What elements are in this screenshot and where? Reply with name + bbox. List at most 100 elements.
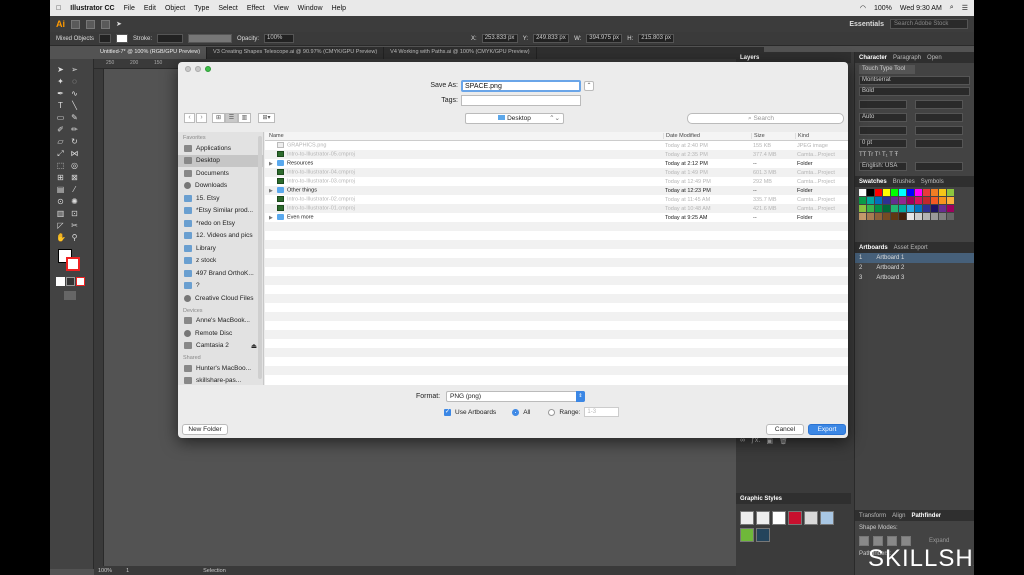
swatch[interactable] <box>867 197 874 204</box>
file-row[interactable]: Intro-to-Illustrator-03.cmproj Today at 1… <box>265 177 848 186</box>
swatch[interactable] <box>899 189 906 196</box>
column-graph-icon[interactable]: ▥ <box>56 209 65 218</box>
sidebar-item-macbook[interactable]: Anne's MacBook... <box>178 315 263 328</box>
tab-asset-export[interactable]: Asset Export <box>894 245 928 251</box>
swatch[interactable] <box>939 205 946 212</box>
shape-builder-icon[interactable]: ◎ <box>70 161 79 170</box>
swatch[interactable] <box>891 205 898 212</box>
none-mode-icon[interactable] <box>76 277 85 286</box>
magic-wand-icon[interactable]: ✦ <box>56 77 65 86</box>
swatch[interactable] <box>939 197 946 204</box>
swatch[interactable] <box>915 189 922 196</box>
minimize-window-icon[interactable] <box>195 66 201 72</box>
forward-button[interactable]: › <box>196 113 207 123</box>
bridge-icon[interactable] <box>71 19 80 29</box>
graphic-style-swatch[interactable] <box>756 528 770 542</box>
slice-tool-icon[interactable]: ◸ <box>56 221 65 230</box>
menu-list-icon[interactable]: ☰ <box>962 4 968 12</box>
swatch[interactable] <box>859 197 866 204</box>
gradient-icon[interactable]: ▤ <box>56 185 65 194</box>
doc-tab-paths[interactable]: V4 Working with Paths.ai @ 100% (CMYK/GP… <box>384 47 537 59</box>
battery-percent[interactable]: 100% <box>874 5 892 12</box>
column-size[interactable]: Size <box>751 133 795 139</box>
leading-field[interactable] <box>915 100 963 109</box>
swatch[interactable] <box>931 213 938 220</box>
sidebar-item-applications[interactable]: Applications <box>178 142 263 155</box>
cancel-button[interactable]: Cancel <box>766 424 804 435</box>
menu-edit[interactable]: Edit <box>144 5 156 12</box>
shaper-tool-icon[interactable]: ✐ <box>56 125 65 134</box>
fx-icon[interactable]: ƒx. <box>751 437 760 445</box>
tab-artboards[interactable]: Artboards <box>859 245 888 251</box>
graphic-style-swatch[interactable] <box>740 528 754 542</box>
range-input[interactable]: 1-3 <box>584 407 620 417</box>
swatch[interactable] <box>931 197 938 204</box>
font-family-field[interactable]: Montserrat <box>859 76 970 85</box>
list-view-button[interactable]: ☰ <box>225 113 238 123</box>
doc-tab-untitled-7[interactable]: Untitled-7* @ 100% (RGB/GPU Preview) <box>94 47 208 59</box>
menu-file[interactable]: File <box>124 5 135 12</box>
range-radio[interactable] <box>548 408 556 416</box>
workspace-switcher[interactable]: Essentials <box>849 21 884 28</box>
eject-icon[interactable]: ⏏ <box>251 342 257 350</box>
swatch[interactable] <box>923 205 930 212</box>
swatch[interactable] <box>923 213 930 220</box>
type-style-buttons[interactable]: TT Tr T¹ T₁ T Ŧ <box>855 150 974 160</box>
zoom-level[interactable]: 100% <box>98 568 112 574</box>
file-row[interactable]: ▶ Even more Today at 9:25 AM -- Folder <box>265 213 848 222</box>
menu-help[interactable]: Help <box>332 5 346 12</box>
file-row[interactable]: ▶ Other things Today at 12:23 PM -- Folder <box>265 186 848 195</box>
sidebar-scrollbar[interactable] <box>258 136 262 379</box>
swatch[interactable] <box>947 205 954 212</box>
doc-tab-telescope[interactable]: V3 Creating Shapes Telescope.ai @ 90.97%… <box>207 47 385 59</box>
perspective-grid-icon[interactable]: ⊞ <box>56 173 65 182</box>
touch-type-button[interactable]: Touch Type Tool <box>859 65 915 74</box>
tab-paragraph[interactable]: Paragraph <box>893 55 921 61</box>
trash-icon[interactable]: 🗑 <box>779 437 788 445</box>
swatch[interactable] <box>867 213 874 220</box>
baseline-shift-field[interactable]: 0 pt <box>859 139 907 148</box>
sidebar-item-creative-cloud[interactable]: Creative Cloud Files <box>178 292 263 305</box>
swatch[interactable] <box>875 197 882 204</box>
swatch[interactable] <box>883 197 890 204</box>
stroke-weight-field[interactable] <box>157 34 184 43</box>
search-icon[interactable]: ⌕ <box>950 4 954 12</box>
zoom-window-icon[interactable] <box>205 66 211 72</box>
tab-layers[interactable]: Layers <box>740 55 759 61</box>
swatch[interactable] <box>947 189 954 196</box>
swatch[interactable] <box>875 205 882 212</box>
h-field[interactable]: 215.803 px <box>638 34 675 43</box>
pencil-icon[interactable]: ✏ <box>70 125 79 134</box>
file-row[interactable]: Intro-to-Illustrator-02.cmproj Today at 1… <box>265 195 848 204</box>
expand-dialog-button[interactable]: ⌃ <box>584 81 594 91</box>
file-row[interactable]: GRAPHICS.png Today at 2:40 PM 155 KB JPEG i… <box>265 141 848 150</box>
paintbrush-icon[interactable]: ✎ <box>70 113 79 122</box>
curvature-tool-icon[interactable]: ∿ <box>70 89 79 98</box>
free-transform-icon[interactable]: ⬚ <box>56 161 65 170</box>
menu-select[interactable]: Select <box>218 5 237 12</box>
wifi-icon[interactable]: ◠ <box>860 4 866 12</box>
save-as-input[interactable]: SPACE.png <box>461 80 581 92</box>
selection-tool-icon[interactable]: ➤ <box>56 65 65 74</box>
opacity-field[interactable]: 100% <box>264 34 295 43</box>
line-tool-icon[interactable]: ╲ <box>70 101 79 110</box>
direct-selection-tool-icon[interactable]: ➢ <box>70 65 79 74</box>
app-menu[interactable]: Illustrator CC <box>70 5 114 12</box>
column-kind[interactable]: Kind <box>795 133 848 139</box>
swatch[interactable] <box>907 197 914 204</box>
swatch[interactable] <box>923 189 930 196</box>
swatch[interactable] <box>947 197 954 204</box>
color-mode-icon[interactable] <box>56 277 65 286</box>
swatch[interactable] <box>915 213 922 220</box>
swatch[interactable] <box>899 197 906 204</box>
swatch[interactable] <box>907 205 914 212</box>
swatch[interactable] <box>939 213 946 220</box>
all-radio[interactable] <box>512 408 520 416</box>
graphic-style-swatch[interactable] <box>788 511 802 525</box>
close-window-icon[interactable] <box>185 66 191 72</box>
new-layer-icon[interactable]: ▣ <box>766 437 773 445</box>
tab-pathfinder[interactable]: Pathfinder <box>911 513 941 519</box>
arrange-documents-icon[interactable] <box>101 19 110 29</box>
language-field[interactable]: English: USA <box>859 162 907 171</box>
font-style-field[interactable]: Bold <box>859 87 970 96</box>
